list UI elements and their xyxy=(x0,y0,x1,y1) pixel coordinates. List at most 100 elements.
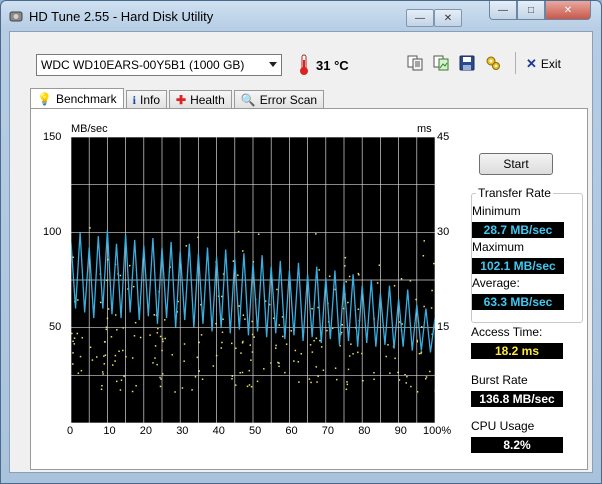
drive-select[interactable]: WDC WD10EARS-00Y5B1 (1000 GB) xyxy=(36,54,282,76)
access-time-point xyxy=(215,322,217,325)
access-time-point xyxy=(73,343,76,345)
access-time-point xyxy=(77,299,79,301)
inner-close-button[interactable]: ✕ xyxy=(434,9,462,27)
access-time-point xyxy=(252,261,255,263)
copy-image-icon[interactable] xyxy=(432,54,450,72)
access-time-point xyxy=(221,331,224,334)
left-axis-unit: MB/sec xyxy=(71,123,108,135)
app-icon xyxy=(9,11,23,22)
access-time-point xyxy=(347,301,349,304)
access-time-point xyxy=(322,369,325,371)
minimize-button[interactable]: — xyxy=(489,1,517,20)
access-time-point xyxy=(373,378,375,381)
access-time-point xyxy=(361,352,363,355)
health-cross-icon: ✚ xyxy=(176,93,187,107)
access-time-point xyxy=(274,347,277,349)
access-time-point xyxy=(154,357,156,359)
access-time-point xyxy=(311,307,313,310)
access-time-point xyxy=(153,314,156,316)
access-time-point xyxy=(185,245,188,247)
access-time-point xyxy=(114,360,116,362)
access-time-point xyxy=(237,230,240,233)
access-time-point xyxy=(315,366,318,368)
chevron-down-icon[interactable] xyxy=(269,62,277,67)
access-time-point xyxy=(389,372,391,374)
thermometer-icon xyxy=(300,54,308,75)
right-axis-unit: ms xyxy=(417,123,432,135)
lightbulb-icon: 💡 xyxy=(37,92,52,106)
access-time-point xyxy=(139,336,142,339)
access-time-point xyxy=(81,337,84,339)
access-time-point xyxy=(276,288,278,291)
access-time-point xyxy=(373,371,375,374)
benchmark-chart: MB/sec ms 150 100 50 45 30 15 0 10 20 30 40 5… xyxy=(35,123,461,437)
save-icon[interactable] xyxy=(458,54,476,72)
access-time-point xyxy=(157,327,159,330)
options-icon[interactable] xyxy=(484,54,502,72)
access-time-point xyxy=(221,341,223,344)
access-time-point xyxy=(95,356,98,358)
access-time-point xyxy=(220,347,223,349)
access-time-point xyxy=(358,274,360,276)
transfer-rate-title: Transfer Rate xyxy=(476,186,553,200)
title-bar[interactable]: HD Tune 2.55 - Hard Disk Utility — ✕ — □… xyxy=(1,1,601,31)
copy-text-icon[interactable] xyxy=(406,54,424,72)
inner-minimize-button[interactable]: — xyxy=(406,9,434,27)
access-time-point xyxy=(278,365,280,368)
access-time-point xyxy=(164,337,166,340)
burst-rate-value: 136.8 MB/sec xyxy=(471,391,563,407)
access-time-point xyxy=(171,354,174,356)
toolbar-separator xyxy=(515,52,516,74)
benchmark-panel: MB/sec ms 150 100 50 45 30 15 0 10 20 30 40 5… xyxy=(30,108,588,470)
access-time-point xyxy=(237,274,239,276)
window-title: HD Tune 2.55 - Hard Disk Utility xyxy=(29,9,214,24)
access-time-point xyxy=(352,353,354,355)
access-time-point xyxy=(222,318,224,320)
access-time-point xyxy=(89,227,91,229)
close-button[interactable]: ✕ xyxy=(545,1,591,20)
access-time-point xyxy=(251,333,254,336)
access-time-point xyxy=(416,339,418,342)
left-tick-150: 150 xyxy=(43,131,62,143)
access-time-point xyxy=(122,349,124,352)
x-tick-label: 20 xyxy=(139,425,153,437)
access-time-point xyxy=(91,359,94,361)
access-time-point xyxy=(122,327,125,329)
access-time-point xyxy=(181,387,184,389)
tab-benchmark[interactable]: 💡 Benchmark xyxy=(30,88,124,109)
access-time-point xyxy=(242,250,244,252)
tab-health-label: Health xyxy=(190,93,225,107)
access-time-point xyxy=(131,357,134,359)
magnifier-icon: 🔍 xyxy=(240,93,256,107)
access-time-point xyxy=(385,355,387,358)
access-time-point xyxy=(251,320,253,323)
tab-health[interactable]: ✚ Health xyxy=(169,90,232,109)
plot-area xyxy=(71,137,435,423)
maximize-button[interactable]: □ xyxy=(517,1,545,20)
access-time-point xyxy=(107,308,110,310)
access-time-point xyxy=(105,328,107,331)
access-time-point xyxy=(376,282,379,284)
x-tick-label: 10 xyxy=(103,425,116,437)
access-time-point xyxy=(334,367,337,369)
tab-error-scan[interactable]: 🔍 Error Scan xyxy=(233,90,325,109)
exit-label: Exit xyxy=(540,57,561,71)
access-time-point xyxy=(311,351,314,353)
access-time-point xyxy=(101,384,103,387)
cpu-usage-label: CPU Usage xyxy=(471,419,535,433)
start-button[interactable]: Start xyxy=(479,153,553,175)
access-time-point xyxy=(156,363,158,366)
access-time-point xyxy=(416,340,419,343)
access-time-point xyxy=(77,372,80,374)
maximum-value: 102.1 MB/sec xyxy=(472,258,564,274)
access-time-point xyxy=(416,391,419,393)
access-time-point xyxy=(100,388,103,391)
access-time-point xyxy=(293,360,295,362)
exit-button[interactable]: ✕ Exit xyxy=(526,56,561,72)
tab-info[interactable]: i Info xyxy=(125,90,168,109)
access-time-point xyxy=(387,344,389,346)
access-time-point xyxy=(159,376,161,379)
access-time-point xyxy=(343,307,345,310)
access-time-point xyxy=(378,264,381,266)
app-window: HD Tune 2.55 - Hard Disk Utility — ✕ — □… xyxy=(0,0,602,484)
